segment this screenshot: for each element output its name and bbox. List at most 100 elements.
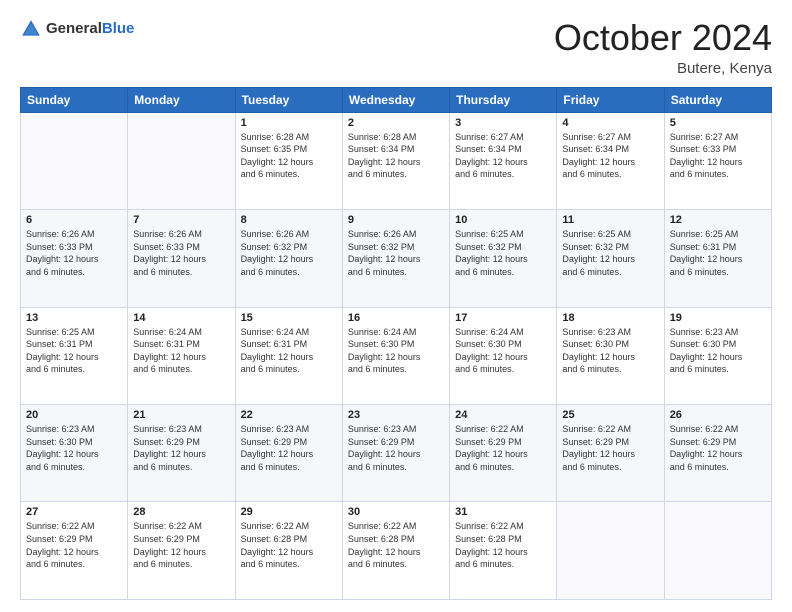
calendar: Sunday Monday Tuesday Wednesday Thursday… (20, 87, 772, 600)
calendar-cell: 25Sunrise: 6:22 AMSunset: 6:29 PMDayligh… (557, 405, 664, 502)
header-friday: Friday (557, 87, 664, 112)
day-number: 10 (455, 214, 551, 226)
calendar-cell: 17 Sunrise: 6:24 AMSunset: 6:30 PMDayligh… (450, 307, 557, 404)
day-info: Sunrise: 6:23 AMSunset: 6:30 PMDaylight:… (562, 326, 658, 376)
calendar-cell: 8 Sunrise: 6:26 AMSunset: 6:32 PMDaylight… (235, 210, 342, 307)
day-info: Sunrise: 6:23 AMSunset: 6:29 PMDaylight:… (348, 423, 444, 473)
day-info: Sunrise: 6:26 AMSunset: 6:33 PMDaylight:… (133, 228, 229, 278)
header: GeneralBlue October 2024 Butere, Kenya (20, 18, 772, 77)
day-number: 29 (241, 506, 337, 518)
logo-icon (20, 18, 42, 40)
calendar-cell: 9Sunrise: 6:26 AMSunset: 6:32 PMDaylight… (342, 210, 449, 307)
day-info: Sunrise: 6:27 AMSunset: 6:34 PMDaylight:… (455, 131, 551, 181)
day-info: Sunrise: 6:28 AMSunset: 6:35 PMDaylight:… (241, 131, 337, 181)
calendar-week-row: 20Sunrise: 6:23 AMSunset: 6:30 PMDayligh… (21, 405, 772, 502)
day-info: Sunrise: 6:26 AMSunset: 6:33 PMDaylight:… (26, 228, 122, 278)
day-info: Sunrise: 6:26 AMSunset: 6:32 PMDaylight:… (348, 228, 444, 278)
day-info: Sunrise: 6:25 AMSunset: 6:31 PMDaylight:… (670, 228, 766, 278)
calendar-week-row: 13 Sunrise: 6:25 AMSunset: 6:31 PMDayligh… (21, 307, 772, 404)
day-number: 1 (241, 117, 337, 129)
logo-general: GeneralBlue (46, 20, 134, 38)
day-info: Sunrise: 6:22 AMSunset: 6:29 PMDaylight:… (26, 520, 122, 570)
day-info: Sunrise: 6:23 AMSunset: 6:29 PMDaylight:… (133, 423, 229, 473)
calendar-cell: 4 Sunrise: 6:27 AMSunset: 6:34 PMDaylight… (557, 112, 664, 209)
header-thursday: Thursday (450, 87, 557, 112)
calendar-cell: 16 Sunrise: 6:24 AMSunset: 6:30 PMDayligh… (342, 307, 449, 404)
header-tuesday: Tuesday (235, 87, 342, 112)
calendar-cell: 5 Sunrise: 6:27 AMSunset: 6:33 PMDaylight… (664, 112, 771, 209)
calendar-cell: 30 Sunrise: 6:22 AMSunset: 6:28 PMDayligh… (342, 502, 449, 600)
calendar-cell: 14 Sunrise: 6:24 AMSunset: 6:31 PMDayligh… (128, 307, 235, 404)
day-number: 30 (348, 506, 444, 518)
header-monday: Monday (128, 87, 235, 112)
calendar-cell: 23 Sunrise: 6:23 AMSunset: 6:29 PMDayligh… (342, 405, 449, 502)
calendar-cell: 12 Sunrise: 6:25 AMSunset: 6:31 PMDayligh… (664, 210, 771, 307)
calendar-cell: 28Sunrise: 6:22 AMSunset: 6:29 PMDayligh… (128, 502, 235, 600)
day-info: Sunrise: 6:24 AMSunset: 6:30 PMDaylight:… (348, 326, 444, 376)
day-info: Sunrise: 6:25 AMSunset: 6:31 PMDaylight:… (26, 326, 122, 376)
day-number: 24 (455, 409, 551, 421)
calendar-cell: 18Sunrise: 6:23 AMSunset: 6:30 PMDayligh… (557, 307, 664, 404)
day-number: 31 (455, 506, 551, 518)
calendar-cell (664, 502, 771, 600)
month-title: October 2024 (554, 18, 772, 58)
logo: GeneralBlue (20, 18, 134, 40)
day-info: Sunrise: 6:22 AMSunset: 6:28 PMDaylight:… (348, 520, 444, 570)
calendar-cell: 19 Sunrise: 6:23 AMSunset: 6:30 PMDayligh… (664, 307, 771, 404)
day-info: Sunrise: 6:25 AMSunset: 6:32 PMDaylight:… (562, 228, 658, 278)
day-info: Sunrise: 6:22 AMSunset: 6:28 PMDaylight:… (241, 520, 337, 570)
day-info: Sunrise: 6:24 AMSunset: 6:31 PMDaylight:… (241, 326, 337, 376)
calendar-cell: 21 Sunrise: 6:23 AMSunset: 6:29 PMDayligh… (128, 405, 235, 502)
day-number: 13 (26, 312, 122, 324)
calendar-cell: 7 Sunrise: 6:26 AMSunset: 6:33 PMDaylight… (128, 210, 235, 307)
day-number: 2 (348, 117, 444, 129)
calendar-cell: 20Sunrise: 6:23 AMSunset: 6:30 PMDayligh… (21, 405, 128, 502)
calendar-cell: 11 Sunrise: 6:25 AMSunset: 6:32 PMDayligh… (557, 210, 664, 307)
day-number: 28 (133, 506, 229, 518)
day-info: Sunrise: 6:22 AMSunset: 6:28 PMDaylight:… (455, 520, 551, 570)
day-info: Sunrise: 6:27 AMSunset: 6:34 PMDaylight:… (562, 131, 658, 181)
day-number: 17 (455, 312, 551, 324)
page: GeneralBlue October 2024 Butere, Kenya S… (0, 0, 792, 612)
day-number: 21 (133, 409, 229, 421)
day-info: Sunrise: 6:24 AMSunset: 6:31 PMDaylight:… (133, 326, 229, 376)
calendar-cell: 31 Sunrise: 6:22 AMSunset: 6:28 PMDayligh… (450, 502, 557, 600)
day-number: 6 (26, 214, 122, 226)
day-number: 19 (670, 312, 766, 324)
calendar-cell: 1 Sunrise: 6:28 AMSunset: 6:35 PMDaylight… (235, 112, 342, 209)
calendar-week-row: 1 Sunrise: 6:28 AMSunset: 6:35 PMDaylight… (21, 112, 772, 209)
day-number: 23 (348, 409, 444, 421)
calendar-week-row: 6 Sunrise: 6:26 AMSunset: 6:33 PMDaylight… (21, 210, 772, 307)
day-number: 20 (26, 409, 122, 421)
day-info: Sunrise: 6:23 AMSunset: 6:30 PMDaylight:… (670, 326, 766, 376)
day-number: 27 (26, 506, 122, 518)
day-number: 8 (241, 214, 337, 226)
day-number: 11 (562, 214, 658, 226)
day-number: 4 (562, 117, 658, 129)
calendar-cell: 26Sunrise: 6:22 AMSunset: 6:29 PMDayligh… (664, 405, 771, 502)
calendar-week-row: 27 Sunrise: 6:22 AMSunset: 6:29 PMDayligh… (21, 502, 772, 600)
day-info: Sunrise: 6:25 AMSunset: 6:32 PMDaylight:… (455, 228, 551, 278)
day-info: Sunrise: 6:27 AMSunset: 6:33 PMDaylight:… (670, 131, 766, 181)
calendar-cell: 2Sunrise: 6:28 AMSunset: 6:34 PMDaylight… (342, 112, 449, 209)
day-info: Sunrise: 6:24 AMSunset: 6:30 PMDaylight:… (455, 326, 551, 376)
day-number: 5 (670, 117, 766, 129)
day-number: 15 (241, 312, 337, 324)
day-info: Sunrise: 6:26 AMSunset: 6:32 PMDaylight:… (241, 228, 337, 278)
calendar-cell: 10 Sunrise: 6:25 AMSunset: 6:32 PMDayligh… (450, 210, 557, 307)
day-number: 16 (348, 312, 444, 324)
calendar-cell: 22Sunrise: 6:23 AMSunset: 6:29 PMDayligh… (235, 405, 342, 502)
calendar-cell: 15 Sunrise: 6:24 AMSunset: 6:31 PMDayligh… (235, 307, 342, 404)
calendar-cell: 6 Sunrise: 6:26 AMSunset: 6:33 PMDaylight… (21, 210, 128, 307)
title-block: October 2024 Butere, Kenya (554, 18, 772, 77)
day-number: 25 (562, 409, 658, 421)
calendar-cell: 24 Sunrise: 6:22 AMSunset: 6:29 PMDayligh… (450, 405, 557, 502)
day-number: 14 (133, 312, 229, 324)
calendar-cell: 13 Sunrise: 6:25 AMSunset: 6:31 PMDayligh… (21, 307, 128, 404)
day-info: Sunrise: 6:22 AMSunset: 6:29 PMDaylight:… (455, 423, 551, 473)
day-number: 7 (133, 214, 229, 226)
day-number: 12 (670, 214, 766, 226)
calendar-cell (557, 502, 664, 600)
header-wednesday: Wednesday (342, 87, 449, 112)
weekday-header-row: Sunday Monday Tuesday Wednesday Thursday… (21, 87, 772, 112)
